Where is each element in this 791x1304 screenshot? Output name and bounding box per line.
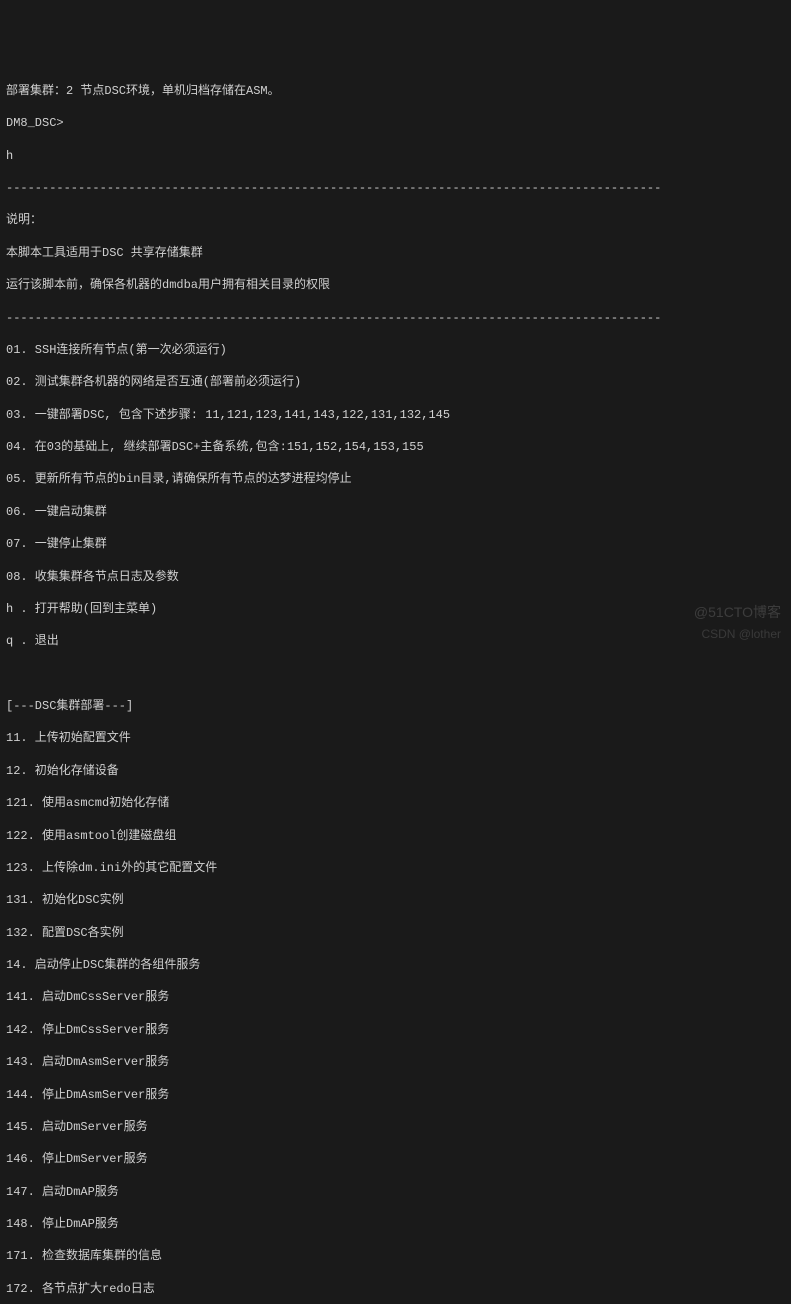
header-line: 部署集群：2 节点DSC环境，单机归档存储在ASM。 xyxy=(6,83,785,99)
menu-item: 05. 更新所有节点的bin目录,请确保所有节点的达梦进程均停止 xyxy=(6,471,785,487)
section-item: 142. 停止DmCssServer服务 xyxy=(6,1022,785,1038)
section-item: 11. 上传初始配置文件 xyxy=(6,730,785,746)
section-item: 147. 启动DmAP服务 xyxy=(6,1184,785,1200)
section-item: 146. 停止DmServer服务 xyxy=(6,1151,785,1167)
desc-line: 本脚本工具适用于DSC 共享存储集群 xyxy=(6,245,785,261)
section-item: 132. 配置DSC各实例 xyxy=(6,925,785,941)
menu-item: 06. 一键启动集群 xyxy=(6,504,785,520)
section-item: 123. 上传除dm.ini外的其它配置文件 xyxy=(6,860,785,876)
menu-item: 01. SSH连接所有节点(第一次必须运行) xyxy=(6,342,785,358)
menu-item: 04. 在03的基础上, 继续部署DSC+主备系统,包含:151,152,154… xyxy=(6,439,785,455)
section-item: 143. 启动DmAsmServer服务 xyxy=(6,1054,785,1070)
menu-item: 07. 一键停止集群 xyxy=(6,536,785,552)
watermark-51cto: @51CTO博客 xyxy=(694,603,781,622)
section-item: 171. 检查数据库集群的信息 xyxy=(6,1248,785,1264)
section-item: 122. 使用asmtool创建磁盘组 xyxy=(6,828,785,844)
shell-prompt[interactable]: DM8_DSC> xyxy=(6,115,785,131)
desc-line: 运行该脚本前，确保各机器的dmdba用户拥有相关目录的权限 xyxy=(6,277,785,293)
desc-title: 说明： xyxy=(6,212,785,228)
section-title: [---DSC集群部署---] xyxy=(6,698,785,714)
user-input: h xyxy=(6,148,785,164)
section-item: 145. 启动DmServer服务 xyxy=(6,1119,785,1135)
menu-item: 02. 测试集群各机器的网络是否互通(部署前必须运行) xyxy=(6,374,785,390)
menu-item: 08. 收集集群各节点日志及参数 xyxy=(6,569,785,585)
section-item: 131. 初始化DSC实例 xyxy=(6,892,785,908)
blank-line xyxy=(6,666,785,682)
section-item: 172. 各节点扩大redo日志 xyxy=(6,1281,785,1297)
divider: ----------------------------------------… xyxy=(6,310,785,326)
menu-item-quit: q . 退出 xyxy=(6,633,785,649)
watermark-csdn: CSDN @lother xyxy=(701,626,781,642)
section-item: 121. 使用asmcmd初始化存储 xyxy=(6,795,785,811)
section-item: 144. 停止DmAsmServer服务 xyxy=(6,1087,785,1103)
divider: ----------------------------------------… xyxy=(6,180,785,196)
terminal-output: 部署集群：2 节点DSC环境，单机归档存储在ASM。 DM8_DSC> h --… xyxy=(6,67,785,1304)
section-item: 141. 启动DmCssServer服务 xyxy=(6,989,785,1005)
menu-item: 03. 一键部署DSC, 包含下述步骤: 11,121,123,141,143,… xyxy=(6,407,785,423)
section-item: 12. 初始化存储设备 xyxy=(6,763,785,779)
section-item: 148. 停止DmAP服务 xyxy=(6,1216,785,1232)
menu-item-help: h . 打开帮助(回到主菜单) xyxy=(6,601,785,617)
section-item: 14. 启动停止DSC集群的各组件服务 xyxy=(6,957,785,973)
